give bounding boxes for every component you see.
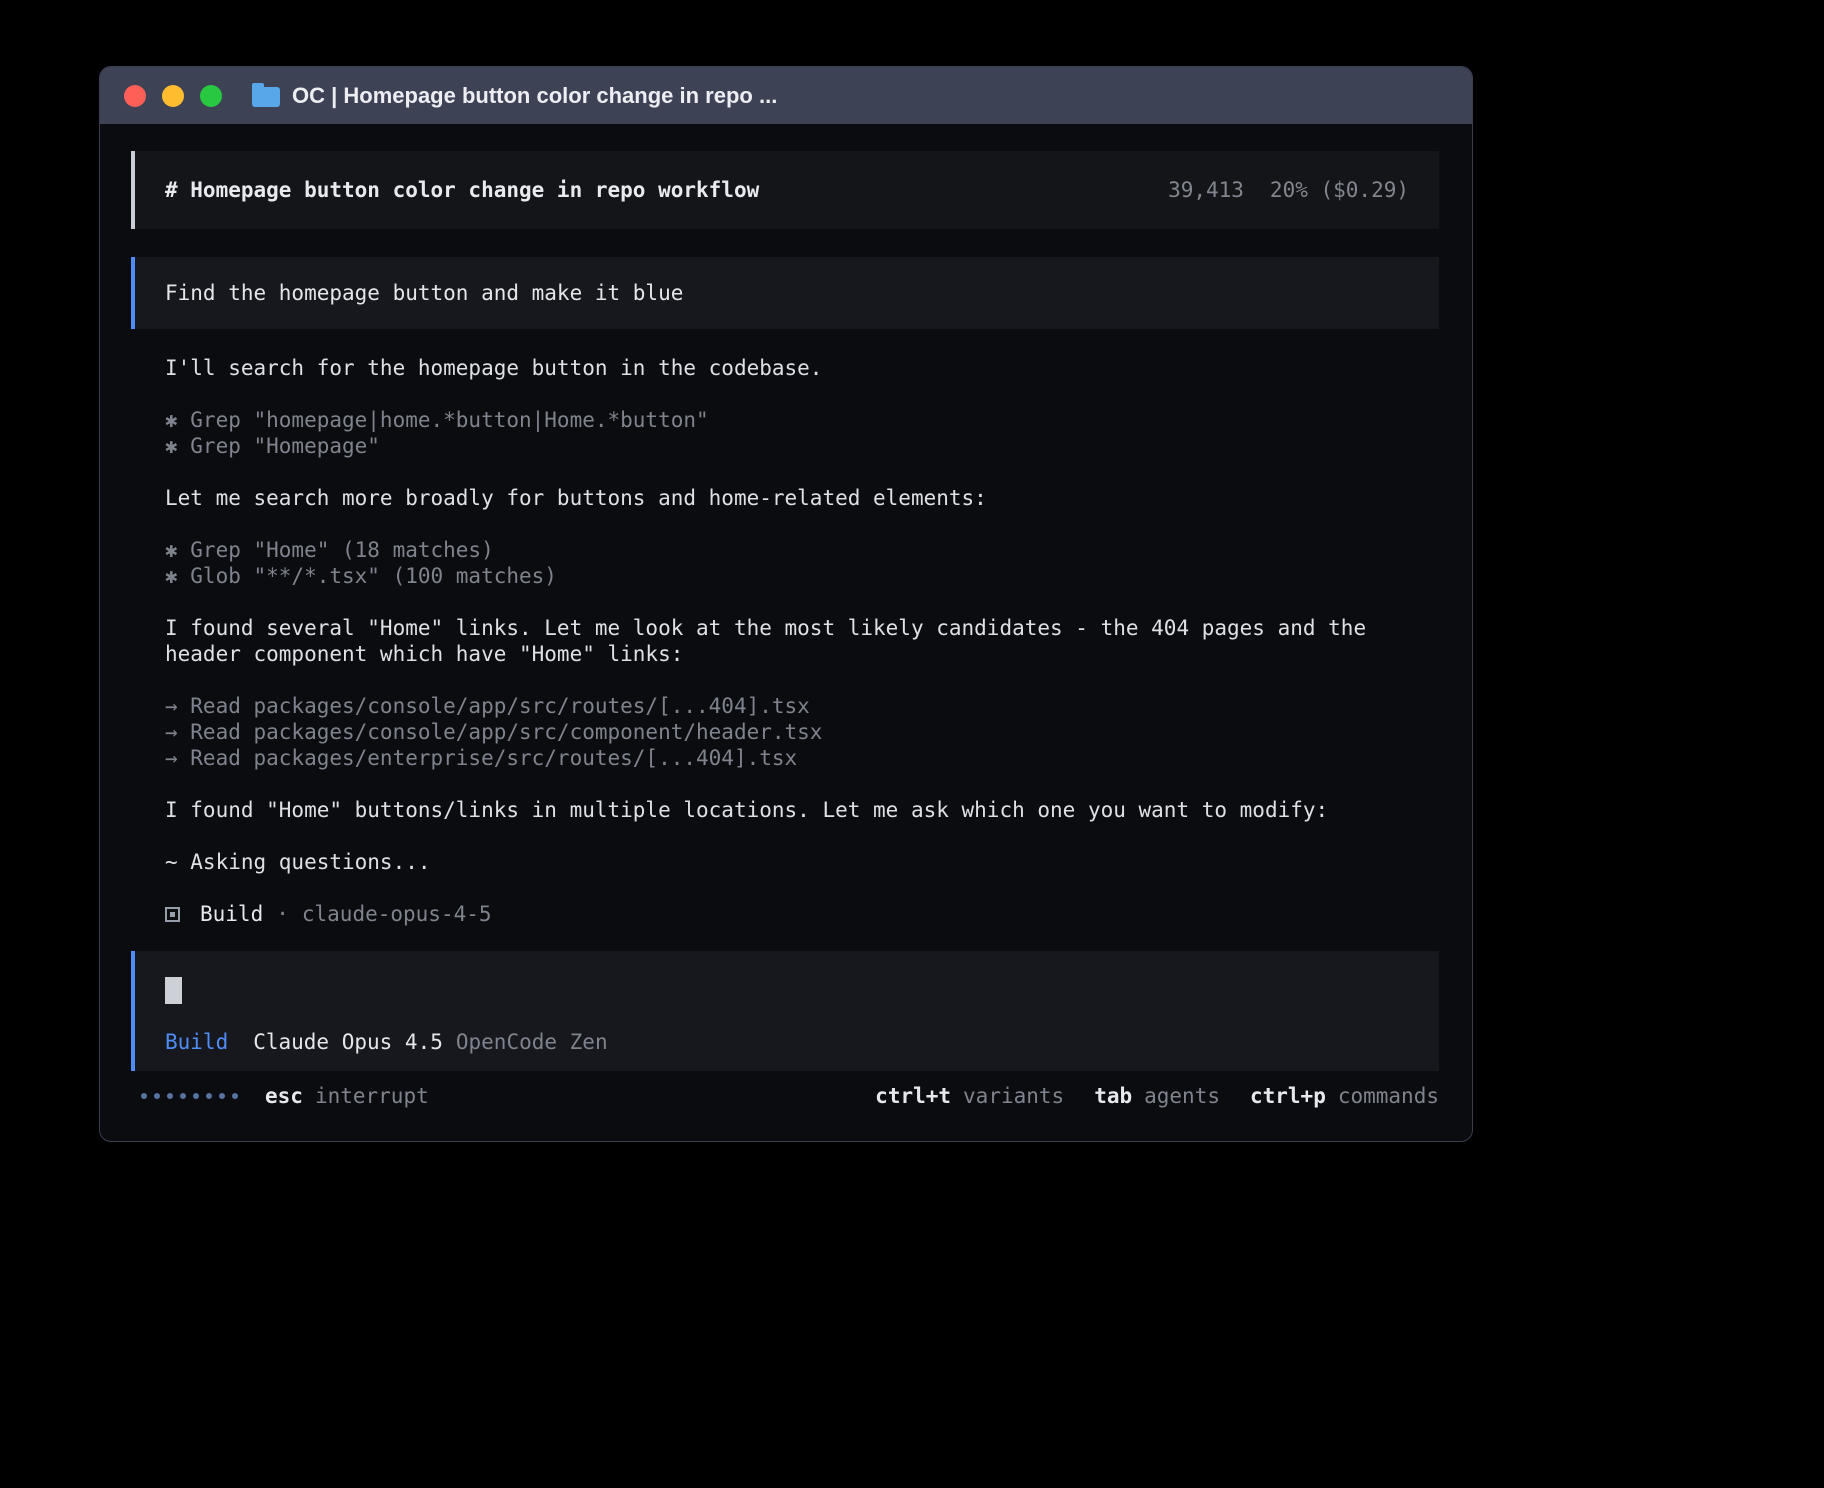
hint-key: tab — [1094, 1083, 1132, 1109]
tool-call-group: ✱ Grep "homepage|home.*button|Home.*butt… — [165, 407, 1439, 459]
status-bar-right: ctrl+t variants tab agents ctrl+p comman… — [875, 1083, 1439, 1109]
hint-label: agents — [1144, 1083, 1220, 1109]
assistant-text: Let me search more broadly for buttons a… — [165, 485, 1439, 511]
user-message: Find the homepage button and make it blu… — [131, 257, 1439, 329]
hint-agents: tab agents — [1094, 1083, 1220, 1109]
hint-variants: ctrl+t variants — [875, 1083, 1064, 1109]
context-usage: 20% ($0.29) — [1270, 177, 1409, 203]
traffic-lights — [124, 85, 222, 107]
spinner-dot — [219, 1093, 225, 1099]
session-stats: 39,413 20% ($0.29) — [1168, 177, 1409, 203]
close-button[interactable] — [124, 85, 146, 107]
active-model: Claude Opus 4.5 — [253, 1029, 443, 1055]
hint-label: interrupt — [315, 1083, 429, 1109]
active-agent[interactable]: Build — [165, 1029, 228, 1055]
assistant-text: I'll search for the homepage button in t… — [165, 355, 1439, 381]
prompt-input[interactable]: Build Claude Opus 4.5 OpenCode Zen — [131, 951, 1439, 1071]
spinner-dot — [141, 1093, 147, 1099]
spinner-dot — [206, 1093, 212, 1099]
titlebar[interactable]: OC | Homepage button color change in rep… — [100, 67, 1472, 124]
hint-label: commands — [1338, 1083, 1439, 1109]
tool-call-group: → Read packages/console/app/src/routes/[… — [165, 693, 1439, 771]
terminal-window: OC | Homepage button color change in rep… — [99, 66, 1473, 1142]
zoom-button[interactable] — [200, 85, 222, 107]
model-provider: OpenCode Zen — [456, 1029, 608, 1055]
session-title: # Homepage button color change in repo w… — [165, 177, 759, 203]
status-bar: esc interrupt ctrl+t variants tab agents… — [131, 1083, 1439, 1109]
agent-name: Build — [200, 901, 263, 927]
hint-label: variants — [963, 1083, 1064, 1109]
spinner-dot — [167, 1093, 173, 1099]
user-message-text: Find the homepage button and make it blu… — [165, 281, 683, 305]
spinner-dot — [232, 1093, 238, 1099]
assistant-text: I found several "Home" links. Let me loo… — [165, 615, 1439, 667]
hint-interrupt: esc interrupt — [265, 1083, 429, 1109]
model-row: Build Claude Opus 4.5 OpenCode Zen — [165, 1029, 1409, 1055]
minimize-button[interactable] — [162, 85, 184, 107]
token-count: 39,413 — [1168, 177, 1244, 203]
hint-key: esc — [265, 1083, 303, 1109]
agent-status-row: Build · claude-opus-4-5 — [165, 901, 1439, 927]
progress-spinner-icon — [141, 1093, 238, 1099]
hint-commands: ctrl+p commands — [1250, 1083, 1439, 1109]
window-title: OC | Homepage button color change in rep… — [292, 83, 777, 109]
agent-model: claude-opus-4-5 — [302, 901, 492, 927]
spinner-dot — [154, 1093, 160, 1099]
hint-key: ctrl+t — [875, 1083, 951, 1109]
terminal-content: # Homepage button color change in repo w… — [100, 124, 1472, 1109]
spinner-dot — [180, 1093, 186, 1099]
session-header: # Homepage button color change in repo w… — [131, 151, 1439, 229]
assistant-status-text: ~ Asking questions... — [165, 849, 1439, 875]
window-title-group: OC | Homepage button color change in rep… — [252, 83, 777, 109]
agent-separator: · — [276, 901, 289, 927]
folder-icon — [252, 87, 280, 107]
hint-key: ctrl+p — [1250, 1083, 1326, 1109]
status-bar-left: esc interrupt — [141, 1083, 429, 1109]
text-cursor — [165, 977, 182, 1004]
desktop-background: OC | Homepage button color change in rep… — [0, 0, 1824, 1488]
spinner-dot — [193, 1093, 199, 1099]
tool-call-group: ✱ Grep "Home" (18 matches) ✱ Glob "**/*.… — [165, 537, 1439, 589]
assistant-text: I found "Home" buttons/links in multiple… — [165, 797, 1439, 823]
build-agent-icon — [165, 907, 180, 922]
